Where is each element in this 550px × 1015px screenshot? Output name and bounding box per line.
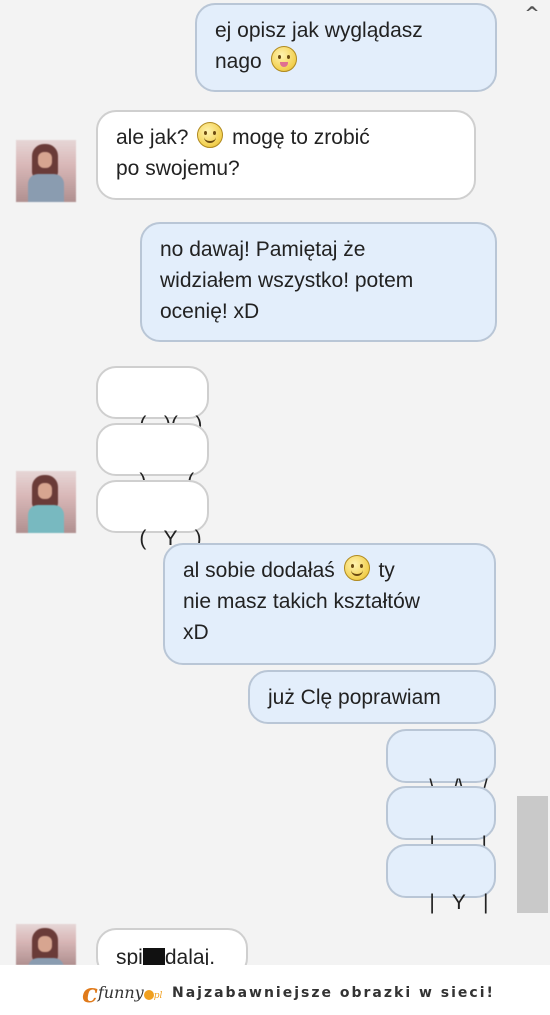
message-text: no dawaj! Pamiętaj że [160,238,366,261]
message-bubble-outgoing: ej opisz jak wyglądasz nago [195,3,497,92]
message-text: ale jak? mogę to zrobić [116,122,456,153]
message-text: po swojemu? [116,157,240,180]
chevron-up-icon[interactable]: ^ [522,5,542,23]
message-text: al sobie dodałaś ty [183,555,476,586]
avatar[interactable] [16,471,76,533]
slogan-text: Najzabawniejsze obrazki w sieci! [172,985,495,1001]
message-bubble-outgoing: no dawaj! Pamiętaj że widziałem wszystko… [140,222,497,342]
message-bubble-outgoing: już Clę poprawiam [248,670,496,724]
scrollbar-thumb[interactable] [517,796,548,913]
avatar[interactable] [16,924,76,965]
message-text: nago [215,46,477,77]
message-text: widziałem wszystko! potem [160,269,414,292]
message-bubble-outgoing: al sobie dodałaś ty nie masz takich kszt… [163,543,496,665]
message-bubble-incoming: ale jak? mogę to zrobić po swojemu? [96,110,476,200]
message-text: już Clę poprawiam [268,686,441,709]
message-bubble-outgoing: | | [386,786,496,856]
message-bubble-outgoing: \ . /\ . / [386,729,496,799]
chat-window: ^ ej opisz jak wyglądasz nago ale jak? m… [0,0,550,978]
smile-emoji-icon [197,122,224,148]
message-text: ocenię! xD [160,300,260,323]
censor-bar [142,948,165,966]
message-bubble-incoming: ) ( [96,423,209,493]
message-text: xD [183,621,209,644]
site-logo: cfunny pl [82,979,163,1009]
message-bubble-incoming: ( . )( . ) [96,366,209,436]
avatar[interactable] [16,140,76,202]
message-bubble-incoming: ( Y ) [96,480,209,550]
scrollbar[interactable]: ^ [517,0,550,965]
tongue-out-emoji-icon [270,46,297,72]
watermark-footer: cfunny pl Najzabawniejsze obrazki w sieci… [0,965,550,1015]
message-text: ej opisz jak wyglądasz [215,19,423,42]
message-text: | Y | [429,891,489,914]
message-text: nie masz takich kształtów [183,590,420,613]
message-bubble-outgoing: | Y | [386,844,496,914]
smile-emoji-icon [343,555,370,581]
